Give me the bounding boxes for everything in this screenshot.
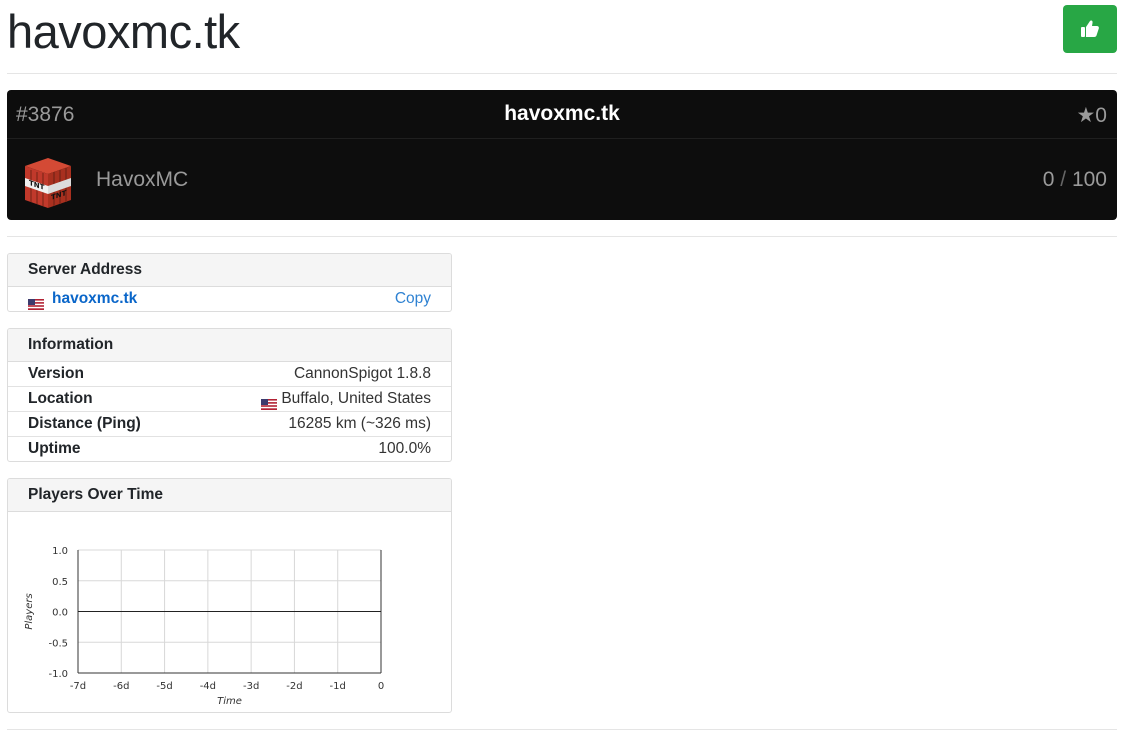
players-chart-svg: -7d -6d -5d -4d -3d -2d -1d 0 1.0 0.5 0.0 -0.5 -1.0 T… (24, 546, 384, 707)
footer-divider (7, 729, 1117, 730)
info-label: Distance (Ping) (28, 415, 141, 432)
x-tick-label: -6d (113, 681, 129, 692)
players-online: 0 (1042, 168, 1055, 191)
card-header-players-over-time: Players Over Time (8, 479, 451, 512)
server-address-card: Server Address havoxmc.tk Copy (7, 253, 452, 312)
information-card: Information Version CannonSpigot 1.8.8 L… (7, 328, 452, 462)
y-tick-label: 1.0 (52, 546, 68, 557)
players-chart[interactable]: -7d -6d -5d -4d -3d -2d -1d 0 1.0 0.5 0.0 -0.5 -1.0 T… (8, 512, 451, 712)
card-header-information: Information (8, 329, 451, 362)
info-row-version: Version CannonSpigot 1.8.8 (8, 362, 451, 387)
y-tick-label: 0.5 (52, 577, 68, 588)
info-value: 16285 km (~326 ms) (288, 415, 431, 432)
info-label: Location (28, 390, 93, 407)
info-row-location: Location Buffalo, United States (8, 387, 451, 412)
star-count: ★0 (1076, 104, 1107, 127)
x-tick-label: -3d (243, 681, 259, 692)
x-tick-label: -7d (70, 681, 86, 692)
address-row: havoxmc.tk Copy (8, 287, 451, 311)
card-header-server-address: Server Address (8, 254, 451, 287)
us-flag-icon (28, 294, 44, 310)
x-tick-label: -4d (200, 681, 216, 692)
copy-address-button[interactable]: Copy (395, 287, 431, 311)
players-separator: / (1060, 168, 1067, 191)
server-address-link[interactable]: havoxmc.tk (52, 287, 137, 311)
banner-top-row: #3876 havoxmc.tk ★0 (7, 90, 1117, 139)
us-flag-icon (261, 394, 278, 410)
y-tick-label: 0.0 (52, 608, 68, 619)
x-tick-label: -5d (156, 681, 172, 692)
x-tick-label: -1d (330, 681, 346, 692)
x-axis-label: Time (217, 696, 242, 707)
banner-divider (7, 236, 1117, 237)
player-count: 0 / 100 (1043, 168, 1107, 192)
info-value: Buffalo, United States (281, 390, 431, 407)
info-row-distance: Distance (Ping) 16285 km (~326 ms) (8, 412, 451, 437)
info-row-uptime: Uptime 100.0% (8, 437, 451, 461)
banner-title: havoxmc.tk (504, 102, 620, 125)
info-value: 100.0% (378, 440, 431, 457)
thumbs-up-icon (1081, 20, 1099, 37)
tnt-block-icon: TNT TNT (25, 158, 71, 208)
info-label: Version (28, 365, 84, 382)
server-banner[interactable]: #3876 havoxmc.tk ★0 TNT TNT HavoxMC 0 / … (7, 90, 1117, 220)
y-tick-label: -0.5 (48, 638, 68, 649)
players-over-time-card: Players Over Time -7d -6d -5d -4d -3d -2d -1d 0… (7, 478, 452, 713)
page-title: havoxmc.tk (7, 5, 240, 58)
y-tick-label: -1.0 (48, 669, 68, 680)
players-max: 100 (1071, 168, 1107, 191)
header-divider (7, 73, 1117, 74)
x-tick-label: -2d (286, 681, 302, 692)
info-value: CannonSpigot 1.8.8 (293, 365, 431, 382)
like-button[interactable] (1063, 5, 1117, 53)
server-name: HavoxMC (96, 168, 189, 191)
x-tick-label: 0 (378, 681, 384, 692)
y-axis-label: Players (24, 593, 35, 629)
info-label: Uptime (28, 440, 81, 457)
